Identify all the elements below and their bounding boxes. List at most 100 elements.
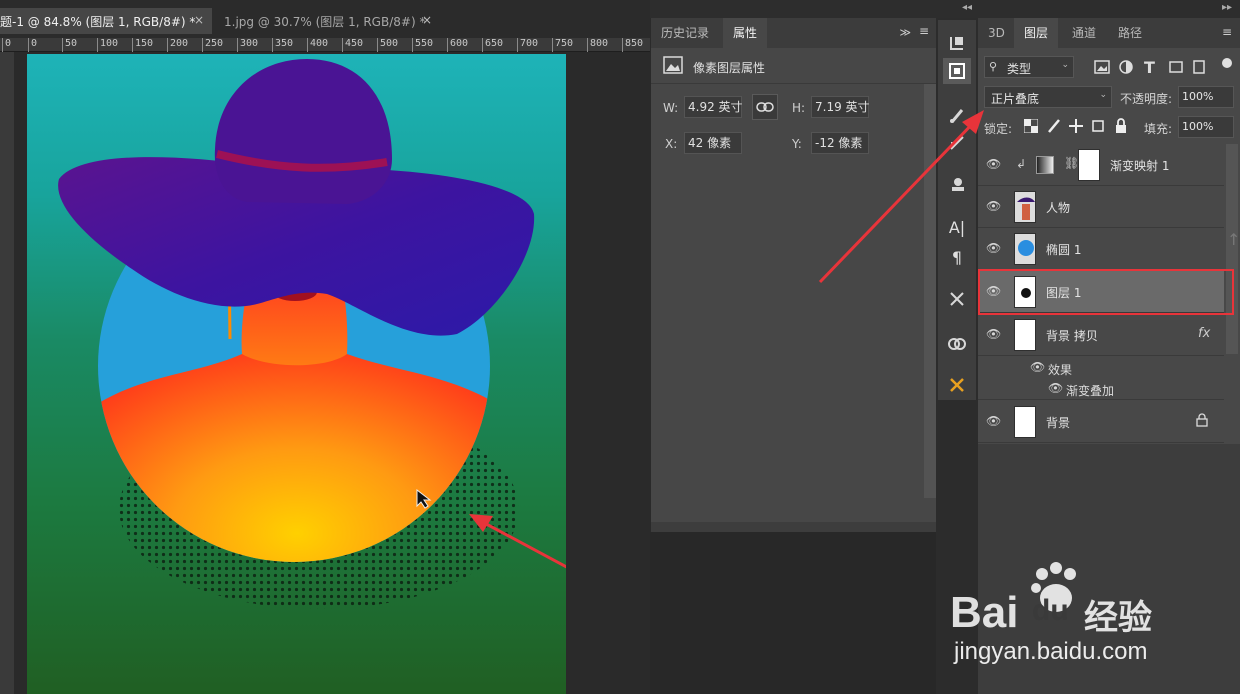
move-cursor-icon	[416, 488, 432, 509]
document-tab-title: 1.jpg @ 30.7% (图层 1, RGB/8#) *	[224, 14, 426, 29]
document-tab-inactive[interactable]: 1.jpg @ 30.7% (图层 1, RGB/8#) * ×	[214, 8, 440, 34]
canvas-area[interactable]	[14, 52, 650, 694]
horizontal-ruler[interactable]: 0 0 50 100 150 200 250 300 350 400 450 5…	[0, 38, 650, 52]
ruler-tick: 600	[447, 38, 468, 52]
lock-artboard-icon[interactable]	[1090, 118, 1106, 134]
fx-badge[interactable]: fx	[1198, 326, 1210, 341]
creative-cloud-icon	[948, 338, 966, 350]
blend-mode-value: 正片叠底	[991, 92, 1040, 106]
search-icon: ⚲	[989, 60, 998, 73]
ruler-tick: 0	[2, 38, 11, 52]
layer-effects-group: 👁 效果 👁 渐变叠加	[978, 356, 1224, 400]
lock-all-icon[interactable]	[1114, 118, 1128, 134]
tab-properties[interactable]: 属性	[723, 18, 768, 48]
filter-toggle[interactable]	[1222, 58, 1232, 68]
chevron-down-icon: ⌄	[1061, 60, 1069, 70]
ruler-tick: 500	[377, 38, 398, 52]
visibility-eye-icon[interactable]: 👁	[986, 414, 1001, 428]
x-label: X:	[665, 137, 678, 151]
layer-name[interactable]: 渐变映射 1	[1110, 157, 1169, 174]
shape-filter-icon[interactable]	[1168, 60, 1184, 74]
layers-scrollbar[interactable]: ↑	[1226, 144, 1240, 354]
effect-gradient-overlay[interactable]: 渐变叠加	[1066, 382, 1114, 399]
blend-mode-select[interactable]: 正片叠底 ⌄	[984, 86, 1112, 108]
layer-thumbnail[interactable]	[1014, 233, 1036, 265]
fill-field[interactable]: 100%	[1178, 116, 1234, 138]
type-filter-icon[interactable]: T	[1144, 58, 1155, 77]
effects-label: 效果	[1048, 363, 1073, 377]
height-label: H:	[792, 101, 806, 115]
ruler-tick: 200	[167, 38, 188, 52]
visibility-eye-icon[interactable]: 👁	[1030, 360, 1045, 374]
ruler-tick: 550	[412, 38, 433, 52]
properties-icon	[949, 63, 965, 79]
lock-pixels-icon[interactable]	[1046, 118, 1062, 134]
tab-history[interactable]: 历史记录	[651, 18, 719, 48]
layer-name[interactable]: 背景	[1046, 414, 1070, 431]
plugin-button[interactable]	[943, 372, 971, 398]
pixel-layer-icon	[663, 56, 683, 74]
tab-paths[interactable]: 路径	[1108, 18, 1152, 48]
collapse-icon[interactable]: ▸▸	[1222, 2, 1232, 13]
panel-expand-icon[interactable]: ≫	[899, 26, 911, 39]
collapse-icon[interactable]: ◂◂	[962, 2, 972, 13]
layer-thumbnail[interactable]	[1014, 191, 1036, 223]
ruler-tick: 350	[272, 38, 293, 52]
selection-highlight	[978, 269, 1234, 315]
history-icon	[950, 37, 963, 50]
lock-transparent-icon[interactable]	[1024, 119, 1038, 133]
link-dimensions-button[interactable]	[752, 94, 778, 120]
opacity-field[interactable]: 100%	[1178, 86, 1234, 108]
panel-collapse-bar[interactable]: ◂◂ ▸▸	[650, 0, 1240, 18]
tab-channels[interactable]: 通道	[1062, 18, 1106, 48]
history-brush-button[interactable]	[943, 30, 971, 56]
gradient-map-icon	[1036, 156, 1054, 174]
chevron-down-icon: ⌄	[1099, 90, 1107, 100]
tab-layers[interactable]: 图层	[1014, 18, 1059, 48]
ruler-tick: 800	[587, 38, 608, 52]
layer-row[interactable]: 👁 ↲ ⛓ 渐变映射 1	[978, 144, 1224, 186]
x-field[interactable]: 42 像素	[684, 132, 742, 154]
link-icon	[756, 102, 774, 112]
lock-position-icon[interactable]	[1068, 118, 1084, 134]
layer-row[interactable]: 👁 椭圆 1	[978, 228, 1224, 270]
layer-name[interactable]: 椭圆 1	[1046, 241, 1081, 258]
visibility-eye-icon[interactable]: 👁	[1048, 381, 1063, 395]
ruler-tick: 300	[237, 38, 258, 52]
tab-3d[interactable]: 3D	[978, 18, 1015, 48]
properties-title: 像素图层属性	[693, 61, 766, 75]
layer-row[interactable]: 👁 背景	[978, 401, 1224, 443]
panel-menu-icon[interactable]: ≡	[919, 24, 929, 38]
layer-name[interactable]: 背景 拷贝	[1046, 327, 1098, 344]
ruler-tick: 0	[28, 38, 37, 52]
close-icon[interactable]: ×	[422, 13, 432, 27]
width-field[interactable]: 4.92 英寸	[684, 96, 743, 118]
layer-filter-select[interactable]: ⚲ 类型 ⌄	[984, 56, 1074, 78]
properties-tab-bar: 历史记录 属性 ≫ ≡	[651, 18, 937, 48]
layer-thumbnail[interactable]	[1014, 406, 1036, 438]
layer-name[interactable]: 人物	[1046, 199, 1070, 216]
fill-label: 填充:	[1144, 122, 1173, 136]
layers-tab-bar: 3D 图层 通道 路径 ≡	[978, 18, 1240, 48]
libraries-button[interactable]	[943, 330, 971, 356]
layer-thumbnail[interactable]	[1014, 319, 1036, 351]
document-tab-active[interactable]: 题-1 @ 84.8% (图层 1, RGB/8#) * ×	[0, 8, 212, 34]
scissors-icon	[950, 292, 964, 306]
layer-row[interactable]: 👁 背景 拷贝 fx	[978, 314, 1224, 356]
width-label: W:	[663, 101, 679, 115]
layer-mask-thumbnail[interactable]	[1078, 149, 1100, 181]
ruler-tick: 450	[342, 38, 363, 52]
adjustment-filter-icon[interactable]	[1118, 59, 1134, 75]
artboard[interactable]	[27, 54, 566, 694]
close-icon[interactable]: ×	[194, 13, 204, 27]
smart-object-filter-icon[interactable]	[1192, 59, 1206, 75]
layer-row[interactable]: 👁 人物	[978, 186, 1224, 228]
vertical-ruler[interactable]	[0, 52, 14, 694]
pixel-filter-icon[interactable]	[1094, 60, 1110, 74]
lock-icon	[1196, 413, 1208, 427]
visibility-eye-icon[interactable]: 👁	[986, 327, 1001, 341]
properties-dock-button[interactable]	[943, 58, 971, 84]
link-icon: ⛓	[1064, 156, 1080, 170]
panel-menu-icon[interactable]: ≡	[1222, 25, 1232, 39]
panel-footer	[651, 522, 937, 532]
